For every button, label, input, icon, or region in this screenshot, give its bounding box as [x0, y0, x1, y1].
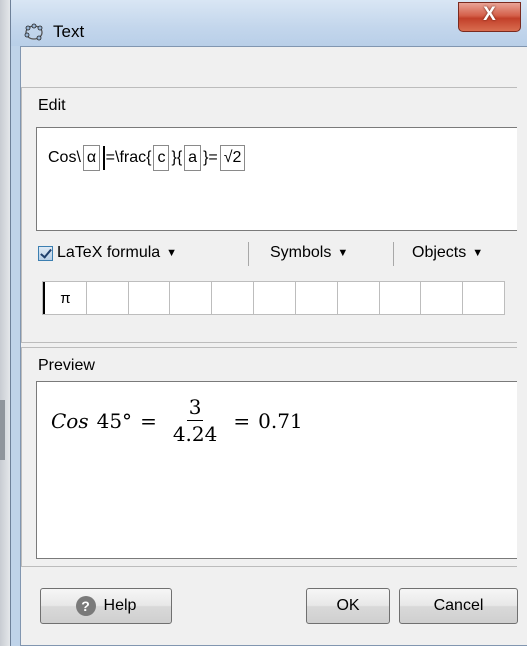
- symbol-cell[interactable]: [463, 282, 504, 314]
- title-bar[interactable]: Text X: [11, 0, 527, 46]
- fraction-numerator: 3: [186, 395, 204, 421]
- ok-button[interactable]: OK: [306, 588, 390, 624]
- objects-menu[interactable]: Objects ▼: [412, 238, 483, 268]
- help-button[interactable]: ? Help: [40, 588, 172, 624]
- close-icon: X: [483, 4, 496, 25]
- symbol-cell[interactable]: [212, 282, 255, 314]
- chevron-down-icon: ▼: [337, 247, 349, 259]
- symbol-cell[interactable]: [380, 282, 422, 314]
- quick-symbol-bar: π: [42, 281, 505, 315]
- preview-section-label: Preview: [38, 357, 95, 374]
- window-title: Text: [53, 22, 85, 41]
- formula-result: 0.71: [258, 408, 303, 433]
- formula-angle: 45°: [96, 408, 133, 433]
- ok-label: OK: [336, 597, 360, 614]
- latex-checkbox[interactable]: [38, 245, 53, 261]
- chevron-down-icon: ▼: [472, 247, 484, 259]
- formula-equals: =: [233, 408, 251, 433]
- geogebra-app-icon: [24, 23, 43, 41]
- formula-cos: Cos: [51, 408, 89, 433]
- latex-formula-toggle[interactable]: LaTeX formula ▼: [38, 238, 177, 268]
- symbol-cell[interactable]: [338, 282, 380, 314]
- symbols-menu[interactable]: Symbols ▼: [270, 238, 348, 268]
- latex-text: }=: [203, 149, 218, 166]
- text-cursor: [103, 146, 105, 170]
- symbol-cell[interactable]: π: [43, 282, 87, 314]
- latex-text: }{: [171, 149, 183, 166]
- toolbar-separator: [393, 242, 394, 266]
- desktop-background: [0, 0, 10, 646]
- latex-placeholder-box[interactable]: a: [184, 145, 202, 171]
- formula-equals: =: [140, 408, 157, 433]
- cancel-label: Cancel: [433, 597, 484, 614]
- symbol-cell[interactable]: [254, 282, 296, 314]
- edit-section-label: Edit: [38, 97, 66, 114]
- rendered-formula: Cos 45° = 3 4.24 = 0.71: [51, 396, 303, 445]
- latex-placeholder-box[interactable]: α: [82, 145, 101, 171]
- symbol-cell[interactable]: [170, 282, 213, 314]
- chevron-down-icon: ▼: [166, 247, 178, 259]
- fraction-denominator: 4.24: [172, 422, 218, 446]
- latex-expression: Cos\ α =\frac{c}{a}= √2: [48, 143, 247, 173]
- formula-preview: Cos 45° = 3 4.24 = 0.71: [36, 381, 517, 559]
- symbol-cell[interactable]: [87, 282, 129, 314]
- symbols-label: Symbols: [270, 244, 332, 261]
- latex-text: =\frac{: [105, 149, 152, 166]
- latex-input-field[interactable]: Cos\ α =\frac{c}{a}= √2: [36, 127, 517, 231]
- latex-formula-label: LaTeX formula: [57, 244, 161, 261]
- edit-toolbar: LaTeX formula ▼ Symbols ▼ Objects ▼: [36, 238, 517, 268]
- symbol-cell[interactable]: [421, 282, 464, 314]
- toolbar-separator: [248, 242, 249, 266]
- symbol-cell[interactable]: [296, 282, 338, 314]
- cancel-button[interactable]: Cancel: [399, 588, 518, 624]
- latex-placeholder-box[interactable]: √2: [219, 145, 246, 171]
- help-label: Help: [103, 597, 137, 614]
- latex-placeholder-box[interactable]: c: [153, 145, 170, 171]
- close-button[interactable]: X: [458, 2, 521, 32]
- help-icon: ?: [75, 596, 96, 616]
- formula-fraction: 3 4.24: [171, 396, 220, 445]
- symbol-cell[interactable]: [129, 282, 171, 314]
- desktop-edge-mark: [0, 400, 5, 460]
- latex-text: Cos\: [48, 149, 81, 166]
- objects-label: Objects: [412, 244, 467, 261]
